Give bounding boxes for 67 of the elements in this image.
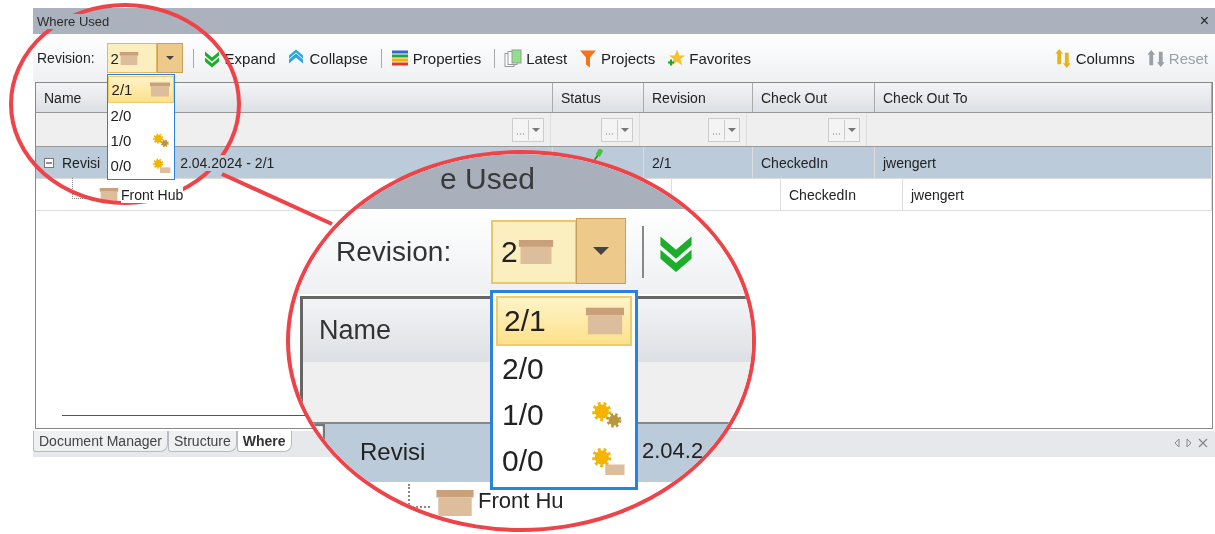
toolbar-button[interactable]: Latest	[494, 48, 571, 68]
table-cell: jwengert	[911, 186, 964, 203]
filter-button[interactable]	[512, 117, 544, 142]
caret-icon	[593, 247, 609, 255]
box-icon	[99, 188, 119, 201]
close-button[interactable]: ×	[1197, 12, 1211, 30]
column-header[interactable]: Status	[553, 83, 644, 112]
caret-icon	[848, 127, 856, 132]
revision-option[interactable]: 2/1	[107, 76, 174, 103]
column-header[interactable]: Check Out To	[875, 83, 1212, 112]
toolbar-button[interactable]: Favorites	[664, 48, 754, 68]
tab-navigation-icon[interactable]	[1173, 438, 1209, 448]
documents-icon	[504, 48, 523, 68]
filter-button[interactable]	[828, 117, 860, 142]
table-cell: Front Hu	[478, 488, 564, 514]
box-icon	[149, 82, 170, 97]
table-cell: CheckedIn	[789, 186, 856, 203]
revision-option[interactable]: 0/0	[107, 153, 174, 178]
table-cell: CheckedIn	[761, 154, 828, 171]
toolbar-button[interactable]: Projects	[576, 48, 659, 68]
revision-option[interactable]: 1/0	[496, 392, 632, 438]
table-cell: 2/1	[652, 154, 672, 171]
gears-icon	[150, 133, 171, 148]
filter-button[interactable]	[708, 117, 740, 142]
tab[interactable]: Structure	[167, 431, 237, 452]
table-cell: Revisi	[62, 154, 101, 171]
revision-combo[interactable]: 2	[106, 43, 157, 73]
box-icon	[436, 490, 474, 516]
revision-option[interactable]: 2/1	[496, 296, 632, 346]
box-icon	[118, 51, 139, 65]
box-icon	[517, 240, 554, 264]
toolbar-button[interactable]: Collapse	[284, 48, 371, 68]
toolbar-button[interactable]: Columns	[1050, 48, 1138, 68]
revision-combo[interactable]: 2	[491, 220, 577, 284]
caret-icon	[165, 56, 174, 60]
table-cell: Front Hub	[121, 186, 184, 203]
table-cell: 2.04.2024 - 2/1	[180, 154, 275, 171]
caret-icon	[532, 127, 540, 132]
toolbar-button[interactable]: Properties	[380, 48, 485, 68]
funnel-icon	[579, 48, 598, 68]
table-cell: 2.04.2	[642, 438, 704, 464]
window-title: e Used	[440, 162, 536, 196]
caret-icon	[728, 127, 736, 132]
revision-option[interactable]: 0/0	[496, 438, 632, 484]
column-header[interactable]: Check Out	[753, 83, 875, 112]
column-header[interactable]: Revision	[644, 83, 753, 112]
revision-option[interactable]: 2/0	[496, 346, 632, 392]
swap-arrows-icon	[1146, 48, 1165, 68]
caret-icon	[621, 127, 629, 132]
revision-label: Revision:	[37, 50, 95, 66]
tab[interactable]: Where	[236, 431, 292, 452]
tab[interactable]: Document Manager	[33, 431, 168, 452]
filter-button[interactable]	[601, 117, 633, 142]
gear-box-icon	[150, 158, 171, 173]
revision-label: Revision:	[336, 236, 452, 268]
revision-option[interactable]: 1/0	[107, 128, 174, 153]
table-cell: Revisi	[360, 438, 426, 466]
tree-connector	[408, 484, 430, 508]
column-header[interactable]: Name	[319, 315, 392, 346]
dropdown-button[interactable]	[576, 218, 626, 284]
list-icon	[390, 48, 409, 68]
swap-arrows-icon	[1053, 48, 1072, 68]
box-icon	[586, 307, 624, 335]
dropdown-button[interactable]	[156, 43, 183, 73]
table-cell: jwengert	[883, 154, 936, 171]
star-plus-icon	[667, 48, 686, 68]
window-title: Where Used	[37, 13, 110, 29]
